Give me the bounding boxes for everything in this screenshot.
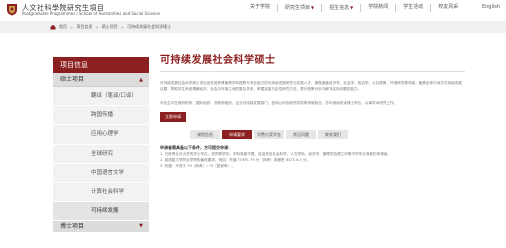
main-content: 可持续发展社会科学硕士 可持续发展社会科学硕士项目旨在培养具备跨学科视野与专业能… xyxy=(160,45,465,169)
sidebar: 项目信息 硕士项目 ▲ 翻译（笔译/口译） 跨国传播 应用心理学 全球研究 中国… xyxy=(53,57,149,248)
chevron-down-icon: ▼ xyxy=(311,5,315,10)
sidebar-item-chinese-literature[interactable]: 中国语言文学 xyxy=(53,164,149,183)
breadcrumb-separator: > xyxy=(120,24,125,30)
breadcrumb-separator: > xyxy=(95,24,99,30)
tab-course-info[interactable]: 课程信息 xyxy=(190,130,220,139)
breadcrumb: 首页 > 项目信息 > 硕士项目 > 可持续发展社会科学硕士 xyxy=(50,24,171,30)
sidebar-item-translation[interactable]: 翻译（笔译/口译） xyxy=(53,87,149,107)
university-logo-icon[interactable] xyxy=(6,3,18,16)
page-title: 可持续发展社会科学硕士 xyxy=(160,51,465,72)
nav-alumni-label: 校友风采 xyxy=(438,4,459,10)
tab-contact[interactable]: 联系我们 xyxy=(318,130,348,139)
intro-paragraph: 可持续发展社会科学硕士项目旨在培养具备跨学科视野与专业能力的可持续发展研究与实践… xyxy=(160,81,462,91)
top-navigation: 关于学院 研究生项目▼ 招生信息▼ 学院新闻 学生活动 校友风采 xyxy=(243,4,465,12)
breadcrumb-current: 可持续发展社会科学硕士 xyxy=(127,24,172,29)
sidebar-item-global-studies[interactable]: 全球研究 xyxy=(53,145,149,164)
tab-content: 申请者需具备以下条件，方可提交申请： 1. 已获得认可大学的学士学位，或同等学历… xyxy=(160,145,465,169)
sidebar-item-computational-social-science[interactable]: 计算社会科学 xyxy=(53,183,149,203)
school-name-en: Postgraduate Programmes I School of Huma… xyxy=(22,11,161,16)
breadcrumb-masters[interactable]: 硕士项目 xyxy=(102,24,118,30)
breadcrumb-programme-info[interactable]: 项目信息 xyxy=(76,24,92,30)
language-switch[interactable]: English xyxy=(482,4,500,10)
nav-activities-label: 学生活动 xyxy=(403,4,424,10)
nav-admissions-label: 招生信息 xyxy=(329,5,350,11)
nav-news-label: 学院新闻 xyxy=(368,4,389,10)
apply-button[interactable]: 立即申请 xyxy=(160,112,186,122)
sidebar-section-masters[interactable]: 硕士项目 ▲ xyxy=(53,73,149,87)
chevron-down-icon: ▼ xyxy=(350,5,354,10)
nav-activities[interactable]: 学生活动 xyxy=(395,4,430,12)
page: 人文社科學院研究生項目 Postgraduate Programmes I Sc… xyxy=(0,0,506,248)
nav-admissions[interactable]: 招生信息▼ xyxy=(321,4,360,12)
career-paragraph: 毕业生可在政府机构、国际组织、非政府组织、企业可持续发展部门、咨询公司及研究机构… xyxy=(160,101,398,105)
sidebar-item-psychology[interactable]: 应用心理学 xyxy=(53,125,149,145)
sidebar-section-phd-label: 博士项目 xyxy=(60,223,85,231)
sidebar-section-label: 硕士项目 xyxy=(60,76,85,83)
tab-bar: 课程信息 申请要求 学费与奖学金 常见问题 联系我们 xyxy=(190,130,465,139)
breadcrumb-separator: > xyxy=(70,24,74,30)
sidebar-item-sustainable-development[interactable]: 可持续发展 xyxy=(53,202,149,222)
nav-news[interactable]: 学院新闻 xyxy=(360,4,395,12)
requirement-item: 3. 托福：不低于 79（网考）/ 79（居家考）； xyxy=(160,164,235,168)
chevron-down-icon: ▼ xyxy=(139,223,143,230)
nav-programmes-label: 研究生项目 xyxy=(285,5,311,11)
breadcrumb-bar: 首页 > 项目信息 > 硕士项目 > 可持续发展社会科学硕士 xyxy=(0,21,506,33)
home-icon[interactable] xyxy=(50,24,56,30)
tab-requirements[interactable]: 申请要求 xyxy=(222,130,252,139)
tab-faq[interactable]: 常见问题 xyxy=(286,130,316,139)
nav-about[interactable]: 关于学院 xyxy=(243,4,277,12)
breadcrumb-home[interactable]: 首页 xyxy=(59,24,67,30)
nav-programmes[interactable]: 研究生项目▼ xyxy=(277,4,321,12)
site-header: 人文社科學院研究生項目 Postgraduate Programmes I Sc… xyxy=(0,0,506,20)
sidebar-heading: 项目信息 xyxy=(53,57,149,73)
sidebar-section-phd[interactable]: 博士项目 ▼ xyxy=(53,221,149,233)
nav-alumni[interactable]: 校友风采 xyxy=(430,4,465,12)
sidebar-item-communication[interactable]: 跨国传播 xyxy=(53,106,149,126)
chevron-up-icon: ▲ xyxy=(139,77,143,83)
sidebar-list: 翻译（笔译/口译） 跨国传播 应用心理学 全球研究 中国语言文学 计算社会科学 … xyxy=(53,87,149,222)
nav-about-label: 关于学院 xyxy=(250,4,271,10)
tab-fees[interactable]: 学费与奖学金 xyxy=(254,130,284,139)
